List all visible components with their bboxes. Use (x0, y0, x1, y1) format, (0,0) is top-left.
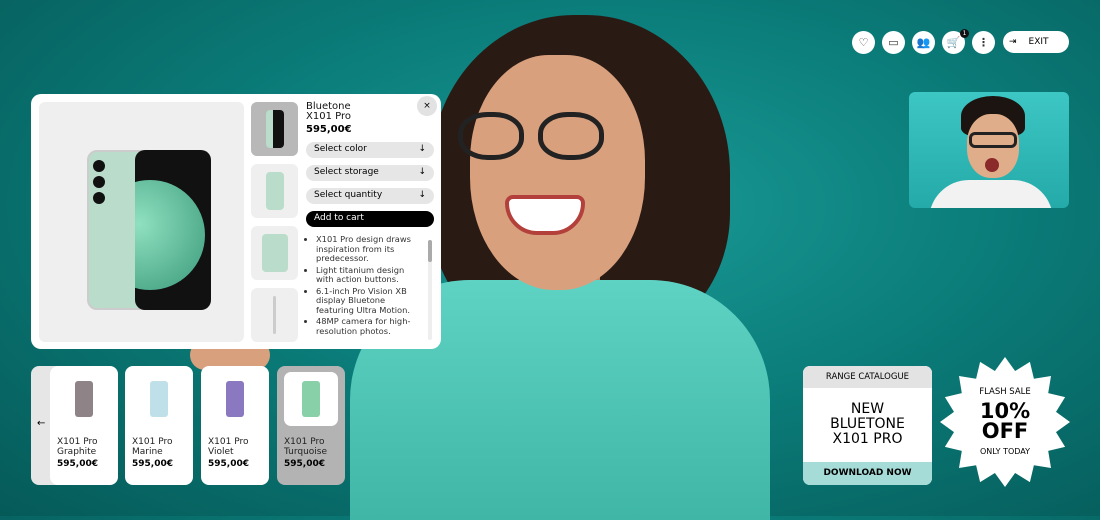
arrow-down-icon: ↓ (418, 144, 426, 154)
product-card-price: 595,00€ (57, 459, 98, 469)
catalogue-title: NEW BLUETONE X101 PRO (803, 388, 932, 462)
sale-top-text: FLASH SALE (979, 387, 1031, 397)
product-card-name: X101 Pro Graphite (57, 437, 98, 457)
more-icon[interactable]: ⋮ (972, 31, 995, 54)
product-card-image (57, 372, 111, 426)
product-card-name: X101 Pro Violet (208, 437, 249, 457)
catalogue-line: X101 PRO (832, 431, 903, 447)
feature-item: X101 Pro design draws inspiration from i… (316, 234, 424, 264)
catalogue-line: BLUETONE (830, 416, 905, 432)
product-card-marine[interactable]: X101 Pro Marine 595,00€ (125, 366, 193, 485)
flash-sale-badge: FLASH SALE 10% OFF ONLY TODAY (940, 357, 1070, 487)
product-card-turquoise[interactable]: X101 Pro Turquoise 595,00€ (277, 366, 345, 485)
product-thumbnail[interactable] (251, 102, 298, 156)
arrow-left-icon: ← (37, 418, 46, 429)
product-card-price: 595,00€ (132, 459, 173, 469)
feature-list: X101 Pro design draws inspiration from i… (306, 234, 424, 336)
select-color-label: Select color (314, 144, 367, 154)
product-card-violet[interactable]: X101 Pro Violet 595,00€ (201, 366, 269, 485)
exit-button[interactable]: ⇥ EXIT (1003, 31, 1069, 53)
select-quantity-label: Select quantity (314, 190, 383, 200)
product-card-price: 595,00€ (208, 459, 249, 469)
product-card-image (284, 372, 338, 426)
feature-item: 48MP camera for high-resolution photos. (316, 316, 424, 336)
feature-scrollbar[interactable] (428, 240, 432, 340)
phone-front-image (135, 150, 211, 310)
presenter-face (470, 55, 645, 290)
product-card-image (208, 372, 262, 426)
product-card-graphite[interactable]: X101 Pro Graphite 595,00€ (50, 366, 118, 485)
select-quantity-dropdown[interactable]: Select quantity ↓ (306, 188, 434, 204)
product-main-image (39, 102, 244, 342)
product-detail-popup: Bluetone X101 Pro 595,00€ Select color ↓ … (31, 94, 441, 349)
download-now-button[interactable]: DOWNLOAD NOW (803, 462, 932, 485)
arrow-down-icon: ↓ (418, 167, 426, 177)
product-model: X101 Pro (306, 111, 351, 122)
sale-off: OFF (981, 419, 1029, 443)
range-catalogue-card: RANGE CATALOGUE NEW BLUETONE X101 PRO DO… (803, 366, 932, 485)
presenter-glasses (458, 112, 608, 162)
sale-percent: 10% (979, 399, 1031, 423)
sale-bottom-text: ONLY TODAY (979, 447, 1031, 456)
select-storage-label: Select storage (314, 167, 379, 177)
product-thumbnail[interactable] (251, 288, 298, 342)
feature-item: Light titanium design with action button… (316, 265, 424, 285)
catalogue-line: NEW (850, 401, 885, 417)
product-card-image (132, 372, 186, 426)
participant-video (909, 92, 1069, 208)
close-button[interactable]: × (417, 96, 437, 116)
cart-count-badge: 1 (960, 29, 969, 38)
users-icon[interactable]: 👥 (912, 31, 935, 54)
product-thumbnail[interactable] (251, 164, 298, 218)
chat-icon[interactable]: ▭ (882, 31, 905, 54)
exit-label: EXIT (1028, 37, 1049, 47)
exit-icon: ⇥ (1009, 37, 1017, 47)
feature-item: 6.1-inch Pro Vision XB display Bluetone … (316, 286, 424, 316)
add-to-cart-button[interactable]: Add to cart (306, 211, 434, 227)
select-color-dropdown[interactable]: Select color ↓ (306, 142, 434, 158)
product-card-name: X101 Pro Turquoise (284, 437, 328, 457)
catalogue-header: RANGE CATALOGUE (803, 366, 932, 388)
product-info: Bluetone X101 Pro 595,00€ Select color ↓ … (306, 102, 434, 338)
product-card-price: 595,00€ (284, 459, 325, 469)
heart-icon[interactable]: ♡ (852, 31, 875, 54)
product-thumbnail[interactable] (251, 226, 298, 280)
product-card-name: X101 Pro Marine (132, 437, 173, 457)
arrow-down-icon: ↓ (418, 190, 426, 200)
select-storage-dropdown[interactable]: Select storage ↓ (306, 165, 434, 181)
product-price: 595,00€ (306, 124, 352, 135)
